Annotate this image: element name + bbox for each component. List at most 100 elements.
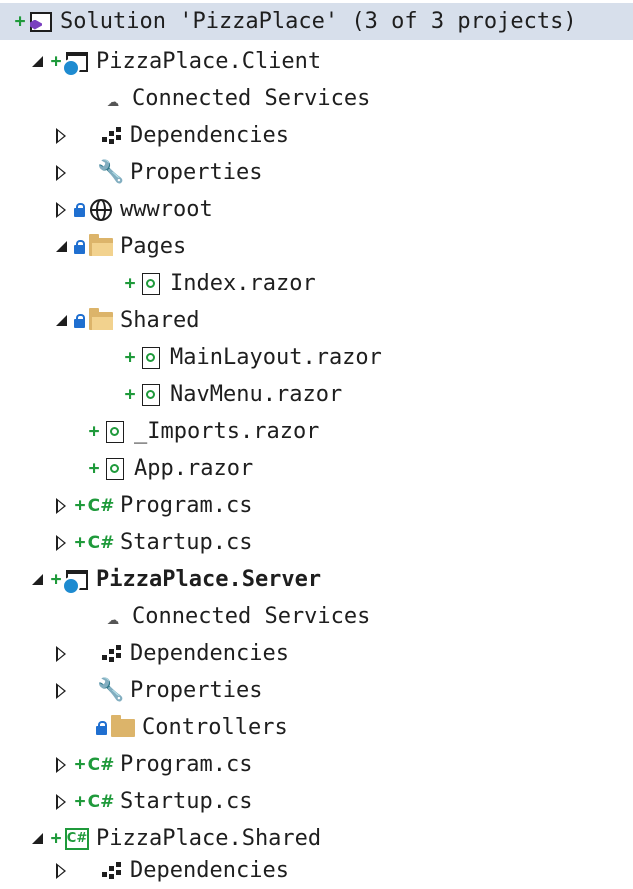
- dependencies-icon: [98, 858, 124, 884]
- collapsed-arrow-icon[interactable]: [52, 524, 70, 561]
- dependencies-label: Dependencies: [130, 123, 289, 148]
- tree-item-server-dependencies[interactable]: Dependencies: [52, 635, 289, 672]
- pages-label: Pages: [120, 234, 187, 259]
- csharp-file-icon: C#: [87, 754, 115, 775]
- tree-item-solution[interactable]: + Solution 'PizzaPlace' (3 of 3 projects…: [14, 3, 577, 40]
- dependencies-icon: [98, 123, 124, 149]
- tree-item-app-razor[interactable]: + App.razor: [88, 450, 254, 487]
- added-indicator: +: [88, 421, 100, 442]
- program-cs-label: Program.cs: [120, 752, 253, 777]
- wrench-icon: 🔧: [97, 678, 125, 703]
- razor-file-icon: [102, 456, 128, 482]
- expand-arrow-icon[interactable]: [28, 43, 46, 80]
- web-project-icon: [62, 49, 90, 77]
- tree-item-mainlayout-razor[interactable]: + MainLayout.razor: [124, 339, 382, 376]
- added-indicator: +: [74, 754, 86, 775]
- open-folder-icon: [88, 233, 114, 260]
- added-indicator: +: [50, 828, 62, 849]
- controllers-label: Controllers: [142, 715, 288, 740]
- program-cs-label: Program.cs: [120, 493, 253, 518]
- collapsed-arrow-icon[interactable]: [52, 672, 70, 709]
- app-razor-label: App.razor: [134, 456, 254, 481]
- razor-file-icon: [138, 345, 164, 371]
- added-indicator: +: [74, 791, 86, 812]
- tree-item-shared-folder[interactable]: Shared: [52, 302, 199, 339]
- added-indicator: +: [124, 273, 136, 294]
- globe-icon: [88, 197, 114, 223]
- csharp-project-icon: C#: [64, 826, 90, 852]
- collapsed-arrow-icon[interactable]: [52, 852, 70, 889]
- web-project-icon: [62, 567, 90, 595]
- added-indicator: +: [74, 532, 86, 553]
- lock-icon: [74, 239, 85, 254]
- tree-item-client-properties[interactable]: 🔧 Properties: [52, 154, 262, 191]
- open-folder-icon: [88, 307, 114, 334]
- tree-item-server-properties[interactable]: 🔧 Properties: [52, 672, 262, 709]
- razor-file-icon: [138, 271, 164, 297]
- lock-icon: [96, 720, 107, 735]
- razor-file-icon: [102, 419, 128, 445]
- collapsed-arrow-icon[interactable]: [52, 154, 70, 191]
- razor-file-icon: [138, 382, 164, 408]
- connected-services-label: Connected Services: [132, 604, 371, 629]
- csharp-file-icon: C#: [87, 532, 115, 553]
- tree-item-server-project[interactable]: + PizzaPlace.Server: [28, 561, 321, 598]
- expand-arrow-icon[interactable]: [28, 561, 46, 598]
- tree-item-client-startup-cs[interactable]: + C# Startup.cs: [52, 524, 252, 561]
- wrench-icon: 🔧: [97, 160, 125, 185]
- expand-arrow-icon[interactable]: [52, 228, 70, 265]
- added-indicator: +: [124, 347, 136, 368]
- solution-label: Solution 'PizzaPlace' (3 of 3 projects): [60, 9, 577, 34]
- connected-services-icon: ☁: [106, 604, 120, 629]
- mainlayout-razor-label: MainLayout.razor: [170, 345, 382, 370]
- expand-arrow-icon[interactable]: [52, 302, 70, 339]
- tree-item-imports-razor[interactable]: + _Imports.razor: [88, 413, 320, 450]
- wwwroot-label: wwwroot: [120, 197, 213, 222]
- client-project-label: PizzaPlace.Client: [96, 49, 322, 74]
- index-razor-label: Index.razor: [170, 271, 316, 296]
- added-indicator: +: [50, 569, 62, 590]
- csharp-file-icon: C#: [87, 791, 115, 812]
- tree-item-pages-folder[interactable]: Pages: [52, 228, 186, 265]
- tree-item-client-connected-services[interactable]: ☁ Connected Services: [100, 80, 370, 117]
- dependencies-label: Dependencies: [130, 858, 289, 883]
- collapsed-arrow-icon[interactable]: [52, 783, 70, 820]
- expand-arrow-icon[interactable]: [28, 820, 46, 857]
- tree-item-client-dependencies[interactable]: Dependencies: [52, 117, 289, 154]
- collapsed-arrow-icon[interactable]: [52, 635, 70, 672]
- csharp-project-glyph: C#: [65, 827, 89, 850]
- added-indicator: +: [14, 11, 26, 32]
- collapsed-arrow-icon[interactable]: [52, 117, 70, 154]
- tree-item-shared-dependencies[interactable]: Dependencies: [52, 852, 289, 889]
- collapsed-arrow-icon[interactable]: [52, 487, 70, 524]
- tree-item-client-program-cs[interactable]: + C# Program.cs: [52, 487, 252, 524]
- lock-icon: [74, 313, 85, 328]
- startup-cs-label: Startup.cs: [120, 789, 253, 814]
- server-project-label: PizzaPlace.Server: [96, 567, 322, 592]
- navmenu-razor-label: NavMenu.razor: [170, 382, 343, 407]
- solution-icon: [28, 9, 54, 35]
- collapsed-arrow-icon[interactable]: [52, 746, 70, 783]
- added-indicator: +: [124, 384, 136, 405]
- tree-item-server-program-cs[interactable]: + C# Program.cs: [52, 746, 252, 783]
- collapsed-arrow-icon[interactable]: [52, 191, 70, 228]
- tree-item-controllers-folder[interactable]: Controllers: [96, 709, 288, 746]
- tree-item-index-razor[interactable]: + Index.razor: [124, 265, 316, 302]
- added-indicator: +: [74, 495, 86, 516]
- lock-icon: [74, 202, 85, 217]
- connected-services-label: Connected Services: [132, 86, 371, 111]
- startup-cs-label: Startup.cs: [120, 530, 253, 555]
- properties-label: Properties: [130, 160, 263, 185]
- added-indicator: +: [50, 51, 62, 72]
- shared-folder-label: Shared: [120, 308, 200, 333]
- tree-item-client-project[interactable]: + PizzaPlace.Client: [28, 43, 321, 80]
- solution-explorer-tree: + Solution 'PizzaPlace' (3 of 3 projects…: [0, 0, 633, 887]
- added-indicator: +: [88, 458, 100, 479]
- tree-item-navmenu-razor[interactable]: + NavMenu.razor: [124, 376, 343, 413]
- tree-item-server-startup-cs[interactable]: + C# Startup.cs: [52, 783, 252, 820]
- dependencies-label: Dependencies: [130, 641, 289, 666]
- tree-item-wwwroot[interactable]: wwwroot: [52, 191, 213, 228]
- csharp-file-icon: C#: [87, 495, 115, 516]
- tree-item-server-connected-services[interactable]: ☁ Connected Services: [100, 598, 370, 635]
- properties-label: Properties: [130, 678, 263, 703]
